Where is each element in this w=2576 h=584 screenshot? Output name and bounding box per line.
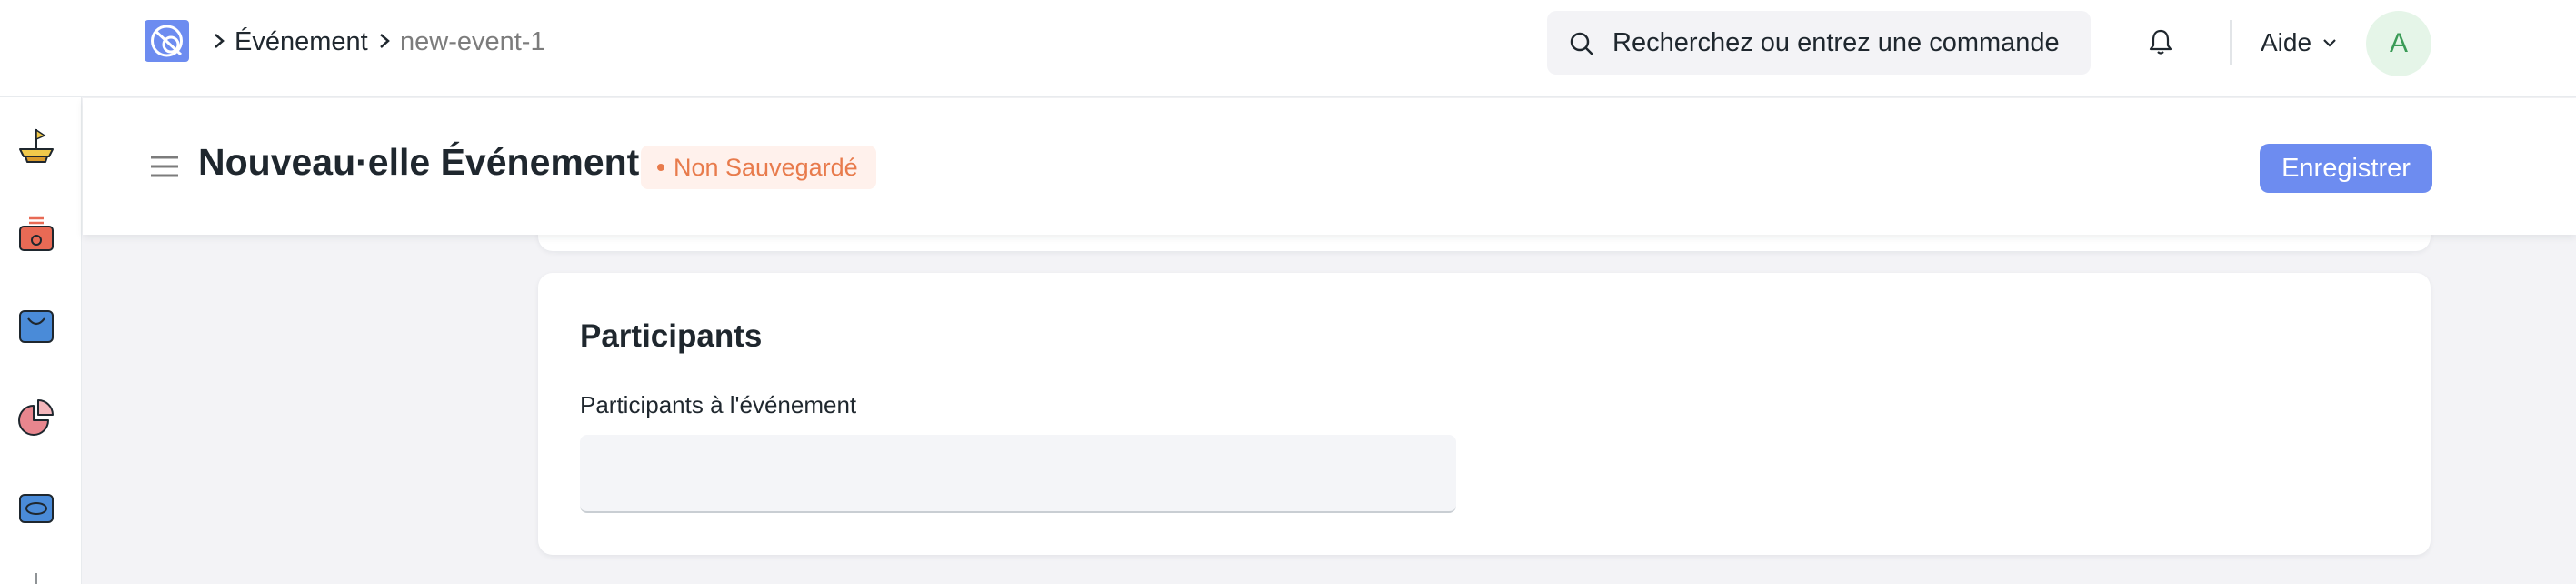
help-dropdown[interactable]: Aide [2261,25,2339,60]
event-participants-input[interactable] [580,435,1456,513]
event-participants-label: Participants à l'événement [580,391,857,418]
breadcrumb-chevron-icon [376,27,393,55]
shopping-bag-icon[interactable] [15,304,58,347]
chevron-down-icon [2323,39,2336,47]
module-sidebar [0,97,82,584]
app-logo-icon[interactable] [145,20,189,62]
save-button[interactable]: Enregistrer [2260,144,2432,193]
breadcrumb-chevron-icon [211,27,227,55]
breadcrumb-current-doc[interactable]: new-event-1 [400,25,545,58]
notification-bell-icon[interactable] [2147,27,2174,56]
boat-icon[interactable] [15,124,58,167]
page-title: Nouveau·elle Événement [198,141,640,183]
unsaved-status-badge: Non Sauvegardé [641,146,876,189]
wallet-icon[interactable] [15,486,58,529]
breadcrumb-event[interactable]: Événement [235,25,368,58]
status-badge-label: Non Sauvegardé [674,153,858,181]
pie-chart-icon[interactable] [15,395,58,438]
hamburger-menu-icon[interactable] [150,155,179,178]
awesomebar[interactable] [1547,11,2091,75]
participants-section: Participants Participants à l'événement [538,273,2431,555]
cash-register-icon[interactable] [15,213,58,257]
status-dot-icon [657,164,664,171]
help-label: Aide [2261,28,2312,56]
search-icon [1570,32,1593,55]
user-avatar[interactable]: A [2366,11,2431,76]
navbar-divider [2230,20,2232,65]
search-input[interactable] [1612,25,2076,61]
page-header: Nouveau·elle Événement Non Sauvegardé En… [83,98,2576,235]
top-navbar: Événement new-event-1 Aide A [0,0,2576,97]
more-modules-icon[interactable] [15,570,58,584]
section-title: Participants [580,318,763,354]
